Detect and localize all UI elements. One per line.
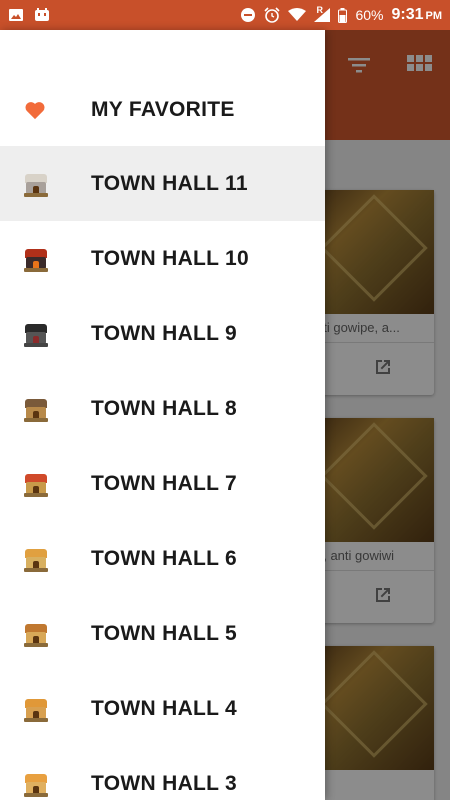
cell-signal-icon: R [314,5,331,22]
navigation-drawer: MY FAVORITE TOWN HALL 11 TOWN HALL 10 TO… [0,30,325,800]
heart-icon [25,101,45,119]
drawer-item-label: TOWN HALL 5 [91,621,238,645]
drawer-item-label: TOWN HALL 11 [91,171,248,195]
drawer-item-town-hall-6[interactable]: TOWN HALL 6 [0,521,325,596]
drawer-item-town-hall-4[interactable]: TOWN HALL 4 [0,671,325,746]
drawer-item-label: TOWN HALL 3 [91,771,238,795]
drawer-item-label: TOWN HALL 8 [91,396,238,420]
town-hall-7-icon [22,470,50,498]
drawer-item-label: TOWN HALL 7 [91,471,238,495]
town-hall-10-icon [22,245,50,273]
battery-icon [338,7,348,23]
drawer-item-label: TOWN HALL 9 [91,321,238,345]
drawer-item-town-hall-5[interactable]: TOWN HALL 5 [0,596,325,671]
drawer-item-town-hall-3[interactable]: TOWN HALL 3 [0,746,325,800]
status-bar: R 60% 9:31 PM [0,0,450,30]
wifi-icon [288,8,307,21]
town-hall-6-icon [22,545,50,573]
drawer-item-town-hall-7[interactable]: TOWN HALL 7 [0,446,325,521]
drawer-item-label: TOWN HALL 10 [91,246,250,270]
town-hall-11-icon [22,170,50,198]
battery-percent: 60% [355,7,384,23]
do-not-disturb-icon [241,8,256,22]
drawer-item-town-hall-8[interactable]: TOWN HALL 8 [0,371,325,446]
game-notification-icon [35,8,49,21]
drawer-item-town-hall-9[interactable]: TOWN HALL 9 [0,296,325,371]
alarm-icon [264,7,281,23]
drawer-item-label: TOWN HALL 4 [91,696,238,720]
town-hall-9-icon [22,320,50,348]
clock-time: 9:31 [391,6,424,23]
town-hall-3-icon [22,770,50,798]
signal-badge: R [316,5,323,15]
clock-ampm: PM [425,10,443,22]
drawer-item-my-favorite[interactable]: MY FAVORITE [0,72,325,147]
town-hall-5-icon [22,620,50,648]
drawer-item-label: MY FAVORITE [91,97,235,121]
town-hall-4-icon [22,695,50,723]
image-notification-icon [9,9,23,21]
town-hall-8-icon [22,395,50,423]
drawer-item-town-hall-11[interactable]: TOWN HALL 11 [0,146,325,221]
drawer-item-label: TOWN HALL 6 [91,546,238,570]
drawer-item-town-hall-10[interactable]: TOWN HALL 10 [0,221,325,296]
